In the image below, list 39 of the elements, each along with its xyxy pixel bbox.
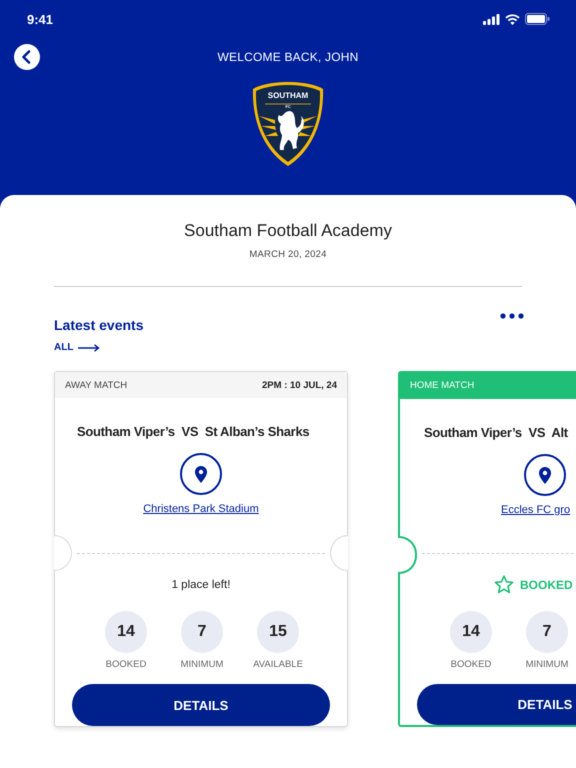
welcome-title: WELCOME BACK, JOHN: [218, 50, 358, 64]
status-time: 9:41: [27, 12, 54, 26]
stat-label: MINIMUM: [526, 658, 568, 670]
match-type: AWAY MATCH: [65, 380, 128, 390]
back-button[interactable]: [14, 44, 40, 70]
arrow-right-icon: [78, 344, 100, 352]
crest-text: SOUTHAM: [268, 91, 308, 100]
stat-value: 14: [105, 611, 147, 653]
academy-name: Southam Football Academy: [184, 221, 392, 241]
chevron-left-icon: [21, 50, 31, 64]
star-icon: [494, 575, 514, 594]
details-button[interactable]: DETAILS: [417, 684, 576, 725]
venue-link[interactable]: Eccles FC gro: [501, 504, 570, 516]
stat-label: MINIMUM: [180, 659, 224, 670]
academy-date: MARCH 20, 2024: [249, 249, 327, 260]
match-time: 2PM : 10 JUL, 24: [262, 380, 337, 390]
stat-value: 15: [257, 611, 299, 653]
stat-label: BOOKED: [106, 659, 146, 670]
venue-link[interactable]: Christens Park Stadium: [143, 503, 259, 515]
signal-icon: [483, 14, 500, 24]
match-title: Southam Viper’s VS Alt: [423, 424, 569, 440]
stat-label: BOOKED: [450, 658, 492, 670]
stat-value: 7: [181, 611, 223, 653]
section-title: Latest events: [54, 317, 144, 333]
stat-label: AVAILABLE: [253, 659, 303, 670]
location-pin-icon: [524, 454, 566, 496]
more-button[interactable]: [500, 313, 524, 319]
match-title: Southam Viper’s VS St Alban’s Sharks: [76, 424, 310, 439]
details-button[interactable]: DETAILS: [72, 684, 330, 726]
wifi-icon: [505, 14, 520, 24]
match-type: HOME MATCH: [410, 380, 474, 392]
location-pin-icon: [180, 453, 222, 495]
stat-value: 14: [450, 610, 492, 653]
booked-status: BOOKED: [520, 578, 573, 592]
more-icon: [500, 313, 524, 319]
places-left-text: 1 place left!: [172, 579, 230, 591]
all-link[interactable]: ALL: [54, 342, 100, 353]
battery-icon: [525, 13, 550, 25]
stat-value: 7: [526, 610, 568, 653]
